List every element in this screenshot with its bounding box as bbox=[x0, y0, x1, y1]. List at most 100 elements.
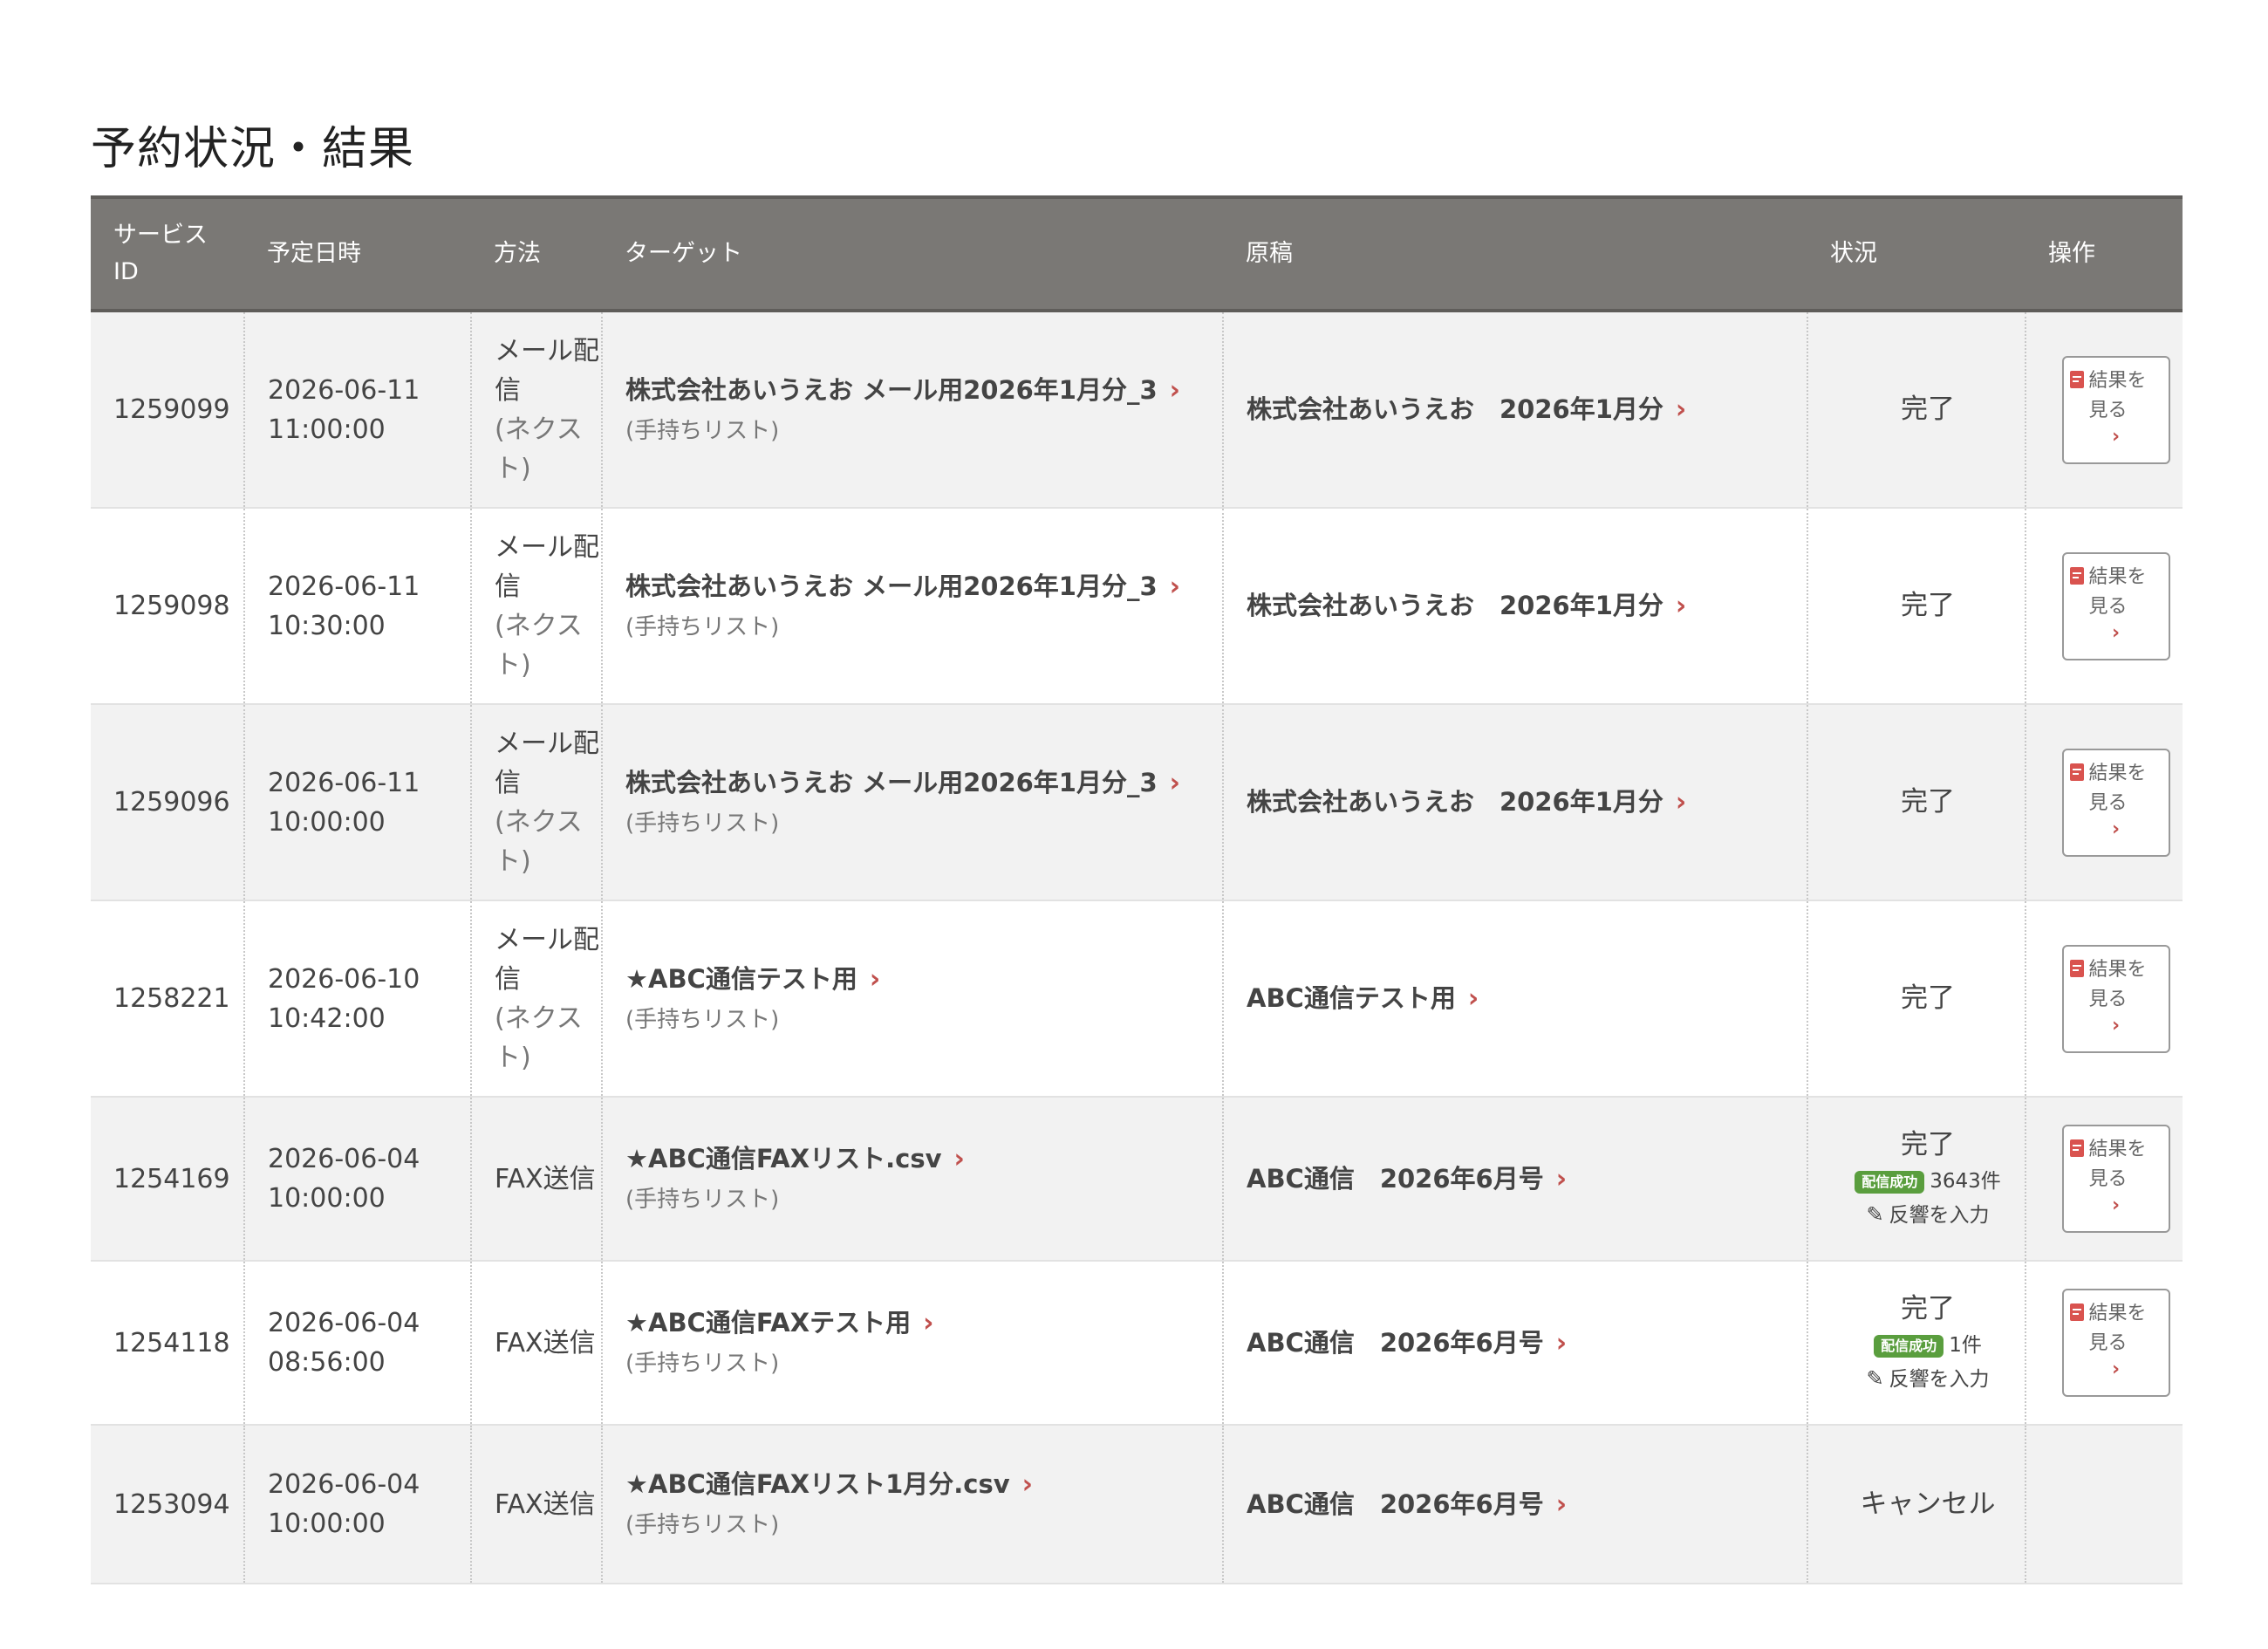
scheduled-cell: 2026-06-11 10:00:00 bbox=[244, 704, 472, 900]
method-label: メール配信 bbox=[495, 531, 599, 602]
scheduled-date: 2026-06-11 bbox=[268, 374, 420, 406]
target-link[interactable]: 株式会社あいうえお メール用2026年1月分_3 › bbox=[625, 571, 1181, 602]
target-name: 株式会社あいうえお メール用2026年1月分_3 bbox=[625, 571, 1158, 601]
scheduled-cell: 2026-06-04 10:00:00 bbox=[244, 1097, 472, 1261]
chevron-right-icon: › bbox=[869, 963, 881, 995]
target-cell: ★ABC通信FAXリスト1月分.csv › (手持ちリスト) bbox=[602, 1425, 1224, 1584]
draft-link[interactable]: ABC通信 2026年6月号 › bbox=[1247, 1328, 1567, 1358]
table-row: 1254169 2026-06-04 10:00:00 FAX送信 ★ABC通信FAXリ… bbox=[91, 1097, 2183, 1261]
view-result-button[interactable]: 結果を見る › bbox=[2061, 551, 2170, 660]
view-result-button[interactable]: 結果を見る › bbox=[2061, 355, 2170, 464]
pencil-icon: ✎ bbox=[1866, 1366, 1884, 1391]
chevron-right-icon: › bbox=[1675, 591, 1687, 621]
service-id-cell: 1259099 bbox=[91, 311, 245, 508]
status-cell: 完了 bbox=[1807, 311, 2026, 508]
method-cell: メール配信 (ネクスト) bbox=[471, 508, 603, 704]
operation-cell: 結果を見る › bbox=[2025, 1261, 2183, 1425]
scheduled-date: 2026-06-04 bbox=[268, 1308, 420, 1338]
target-link[interactable]: ★ABC通信FAXリスト.csv › bbox=[625, 1144, 965, 1174]
target-link[interactable]: 株式会社あいうえお メール用2026年1月分_3 › bbox=[625, 767, 1181, 798]
chevron-right-icon: › bbox=[923, 1308, 934, 1338]
view-result-button[interactable]: 結果を見る › bbox=[2061, 748, 2170, 857]
target-name: ★ABC通信FAXテスト用 bbox=[625, 1308, 912, 1338]
target-cell: 株式会社あいうえお メール用2026年1月分_3 › (手持ちリスト) bbox=[602, 508, 1224, 704]
status-cell: 完了 配信成功 3643件 ✎ 反響を入力 bbox=[1807, 1097, 2026, 1261]
scheduled-time: 08:56:00 bbox=[268, 1347, 386, 1378]
target-link[interactable]: 株式会社あいうえお メール用2026年1月分_3 › bbox=[625, 374, 1181, 406]
target-sub-label: (手持ちリスト) bbox=[625, 1006, 780, 1033]
target-sub-label: (手持ちリスト) bbox=[625, 1187, 780, 1213]
view-result-label: 結果を見る bbox=[2088, 762, 2147, 814]
scheduled-time: 10:00:00 bbox=[268, 1509, 386, 1539]
draft-cell: ABC通信 2026年6月号 › bbox=[1223, 1425, 1808, 1584]
chevron-right-icon: › bbox=[1169, 374, 1181, 406]
header-service-id: サービス ID bbox=[113, 222, 208, 285]
method-label: メール配信 bbox=[495, 924, 599, 995]
response-input-link[interactable]: ✎ 反響を入力 bbox=[1831, 1198, 2025, 1232]
service-id: 1254169 bbox=[113, 1163, 230, 1194]
draft-cell: 株式会社あいうえお 2026年1月分 › bbox=[1223, 311, 1808, 508]
method-cell: FAX送信 bbox=[471, 1261, 603, 1425]
operation-cell: 結果を見る › bbox=[2025, 1097, 2183, 1261]
draft-link[interactable]: 株式会社あいうえお 2026年1月分 › bbox=[1247, 787, 1686, 818]
target-name: ★ABC通信FAXリスト1月分.csv bbox=[625, 1469, 1010, 1499]
table-row: 1259098 2026-06-11 10:30:00 メール配信 (ネクスト) 株式会社… bbox=[91, 508, 2183, 704]
view-result-button[interactable]: 結果を見る › bbox=[2061, 1125, 2170, 1233]
draft-link[interactable]: ABC通信 2026年6月号 › bbox=[1247, 1489, 1567, 1520]
service-id: 1254118 bbox=[113, 1327, 230, 1358]
target-link[interactable]: ★ABC通信FAXリスト1月分.csv › bbox=[625, 1469, 1033, 1500]
service-id-cell: 1253094 bbox=[91, 1425, 245, 1584]
chevron-right-icon: › bbox=[1169, 767, 1181, 798]
chevron-right-icon: › bbox=[2111, 818, 2121, 840]
delivery-count: 1件 bbox=[1949, 1334, 1982, 1357]
method-label: FAX送信 bbox=[495, 1327, 596, 1358]
operation-cell: 結果を見る › bbox=[2025, 704, 2183, 900]
service-id-cell: 1254169 bbox=[91, 1097, 245, 1261]
response-input-link[interactable]: ✎ 反響を入力 bbox=[1831, 1362, 2025, 1396]
draft-link[interactable]: 株式会社あいうえお 2026年1月分 › bbox=[1247, 394, 1686, 425]
status-cell: 完了 bbox=[1807, 704, 2026, 900]
view-result-label: 結果を見る bbox=[2088, 565, 2147, 618]
view-result-label: 結果を見る bbox=[2088, 958, 2147, 1010]
scheduled-cell: 2026-06-04 08:56:00 bbox=[244, 1261, 472, 1425]
header-scheduled: 予定日時 bbox=[267, 240, 361, 267]
response-input-label: 反響を入力 bbox=[1889, 1368, 1990, 1391]
draft-cell: ABC通信 2026年6月号 › bbox=[1223, 1261, 1808, 1425]
scheduled-date: 2026-06-04 bbox=[268, 1144, 420, 1174]
draft-link[interactable]: ABC通信テスト用 › bbox=[1247, 983, 1479, 1014]
service-id-cell: 1259096 bbox=[91, 704, 245, 900]
operation-cell: 結果を見る › bbox=[2025, 311, 2183, 508]
scheduled-time: 10:00:00 bbox=[268, 1183, 386, 1214]
target-link[interactable]: ★ABC通信テスト用 › bbox=[625, 963, 881, 995]
draft-link[interactable]: ABC通信 2026年6月号 › bbox=[1247, 1164, 1567, 1194]
service-id: 1259096 bbox=[113, 787, 230, 818]
scheduled-cell: 2026-06-11 11:00:00 bbox=[244, 311, 472, 508]
method-sub-label: (ネクスト) bbox=[495, 1002, 583, 1073]
draft-link[interactable]: 株式会社あいうえお 2026年1月分 › bbox=[1247, 591, 1687, 621]
scheduled-time: 11:00:00 bbox=[268, 414, 386, 445]
document-icon bbox=[2069, 1303, 2084, 1321]
method-label: FAX送信 bbox=[495, 1488, 596, 1520]
draft-name: 株式会社あいうえお 2026年1月分 bbox=[1247, 787, 1663, 817]
page-title: 予約状況・結果 bbox=[91, 123, 415, 175]
view-result-button[interactable]: 結果を見る › bbox=[2061, 1289, 2170, 1397]
status-cell: キャンセル bbox=[1807, 1425, 2026, 1584]
target-name: ★ABC通信FAXリスト.csv bbox=[625, 1144, 942, 1173]
method-sub-label: (ネクスト) bbox=[495, 610, 583, 681]
status-text: 完了 bbox=[1901, 786, 1955, 818]
view-result-button[interactable]: 結果を見る › bbox=[2061, 944, 2170, 1053]
status-text: 完了 bbox=[1901, 1129, 1955, 1160]
service-id-cell: 1259098 bbox=[91, 508, 245, 704]
chevron-right-icon: › bbox=[2111, 425, 2121, 448]
target-cell: 株式会社あいうえお メール用2026年1月分_3 › (手持ちリスト) bbox=[602, 311, 1224, 508]
table-row: 1259096 2026-06-11 10:00:00 メール配信 (ネクスト) 株式会社… bbox=[91, 704, 2183, 900]
method-cell: メール配信 (ネクスト) bbox=[471, 900, 603, 1097]
target-cell: ★ABC通信FAXリスト.csv › (手持ちリスト) bbox=[602, 1097, 1224, 1261]
target-sub-label: (手持ちリスト) bbox=[625, 613, 780, 640]
delivery-success-badge: 配信成功 bbox=[1855, 1170, 1925, 1194]
operation-cell: 結果を見る › bbox=[2025, 900, 2183, 1097]
chevron-right-icon: › bbox=[1169, 571, 1181, 602]
chevron-right-icon: › bbox=[2111, 1194, 2121, 1216]
service-id: 1253094 bbox=[113, 1488, 230, 1520]
target-link[interactable]: ★ABC通信FAXテスト用 › bbox=[625, 1308, 934, 1338]
